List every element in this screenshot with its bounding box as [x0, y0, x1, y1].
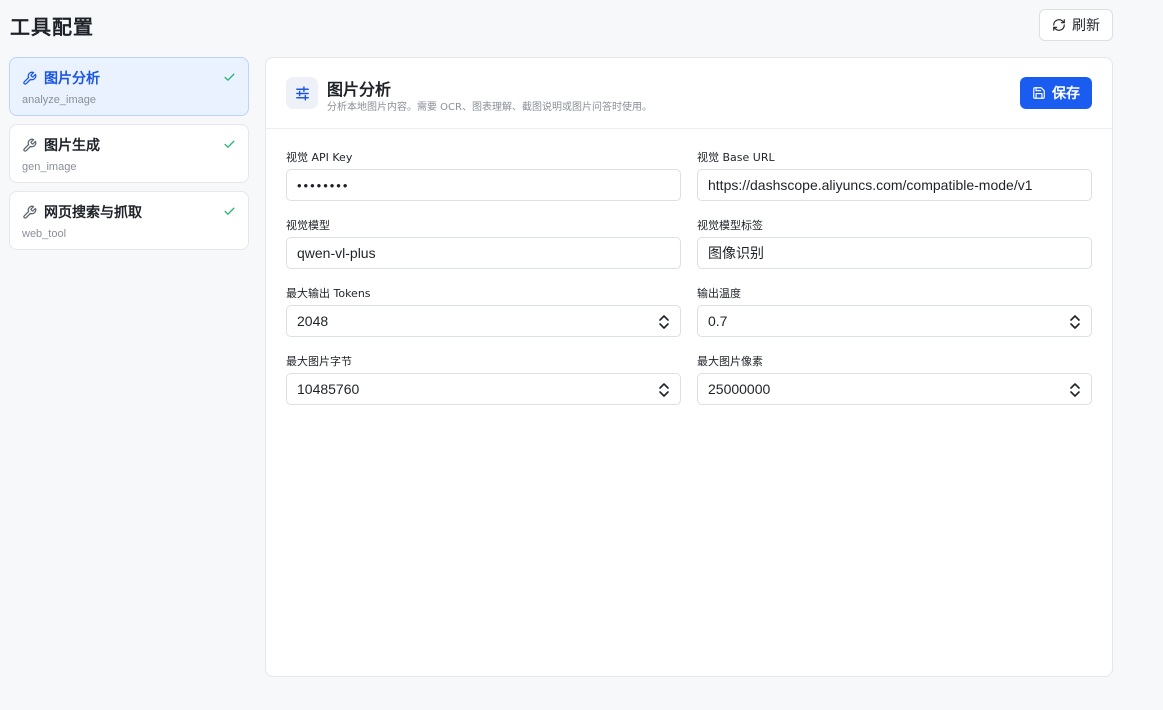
wrench-icon: [23, 138, 37, 152]
panel-header: 图片分析 分析本地图片内容。需要 OCR、图表理解、截图说明或图片问答时使用。 …: [266, 58, 1112, 129]
tool-item-web-tool[interactable]: 网页搜索与抓取 web_tool: [9, 191, 249, 250]
model-tag-input[interactable]: 图像识别: [697, 237, 1092, 269]
tool-id: gen_image: [22, 161, 77, 173]
tool-item-analyze-image[interactable]: 图片分析 analyze_image: [9, 57, 249, 116]
max-pixels-input[interactable]: 25000000: [697, 373, 1092, 405]
sliders-icon: [295, 85, 309, 101]
field-label: 视觉模型: [286, 219, 330, 232]
refresh-button[interactable]: 刷新: [1039, 9, 1113, 41]
tool-id: analyze_image: [22, 94, 96, 106]
check-icon: [224, 73, 235, 81]
save-icon: [1033, 87, 1045, 99]
chevron-up-down-icon[interactable]: [1069, 382, 1081, 398]
field-label: 视觉模型标签: [697, 219, 763, 232]
field-label: 最大输出 Tokens: [286, 287, 371, 300]
check-icon: [224, 140, 235, 148]
chevron-up-down-icon[interactable]: [1069, 314, 1081, 330]
panel-icon-box: [286, 77, 318, 109]
tool-id: web_tool: [22, 228, 67, 240]
refresh-icon: [1053, 19, 1065, 31]
input-value: 2048: [297, 313, 329, 329]
panel-title: 图片分析: [327, 80, 392, 99]
field-temperature: 输出温度 0.7: [697, 285, 1092, 337]
field-label: 最大图片像素: [697, 355, 763, 368]
check-icon: [224, 207, 235, 215]
max-bytes-input[interactable]: 10485760: [286, 373, 681, 405]
input-value: 25000000: [708, 381, 771, 397]
tool-name: 图片生成: [44, 138, 100, 154]
field-api-key: 视觉 API Key ••••••••: [286, 149, 681, 201]
field-max-pixels: 最大图片像素 25000000: [697, 353, 1092, 405]
field-label: 最大图片字节: [286, 355, 352, 368]
field-label: 视觉 API Key: [286, 151, 353, 164]
wrench-icon: [23, 71, 37, 85]
refresh-label: 刷新: [1072, 18, 1100, 34]
field-label: 视觉 Base URL: [697, 151, 775, 164]
model-input[interactable]: qwen-vl-plus: [286, 237, 681, 269]
field-label: 输出温度: [697, 287, 741, 300]
wrench-icon: [23, 205, 37, 219]
field-max-bytes: 最大图片字节 10485760: [286, 353, 681, 405]
tool-list: 图片分析 analyze_image 图片生成 gen_image 网页搜索与抓…: [9, 57, 249, 258]
page-title: 工具配置: [10, 15, 94, 39]
max-tokens-input[interactable]: 2048: [286, 305, 681, 337]
field-model-tag: 视觉模型标签 图像识别: [697, 217, 1092, 269]
tool-name: 图片分析: [44, 71, 100, 87]
chevron-up-down-icon[interactable]: [658, 314, 670, 330]
config-form: 视觉 API Key •••••••• 视觉 Base URL https://…: [286, 149, 1092, 405]
field-max-tokens: 最大输出 Tokens 2048: [286, 285, 681, 337]
tool-item-gen-image[interactable]: 图片生成 gen_image: [9, 124, 249, 183]
base-url-input[interactable]: https://dashscope.aliyuncs.com/compatibl…: [697, 169, 1092, 201]
api-key-input[interactable]: ••••••••: [286, 169, 681, 201]
save-button[interactable]: 保存: [1020, 77, 1092, 109]
field-base-url: 视觉 Base URL https://dashscope.aliyuncs.c…: [697, 149, 1092, 201]
input-value: 0.7: [708, 313, 728, 329]
panel-description: 分析本地图片内容。需要 OCR、图表理解、截图说明或图片问答时使用。: [327, 102, 652, 113]
temperature-input[interactable]: 0.7: [697, 305, 1092, 337]
chevron-up-down-icon[interactable]: [658, 382, 670, 398]
input-value: 10485760: [297, 381, 360, 397]
field-model: 视觉模型 qwen-vl-plus: [286, 217, 681, 269]
tool-name: 网页搜索与抓取: [44, 205, 142, 221]
config-panel: 图片分析 分析本地图片内容。需要 OCR、图表理解、截图说明或图片问答时使用。 …: [265, 57, 1113, 677]
save-label: 保存: [1052, 86, 1080, 102]
